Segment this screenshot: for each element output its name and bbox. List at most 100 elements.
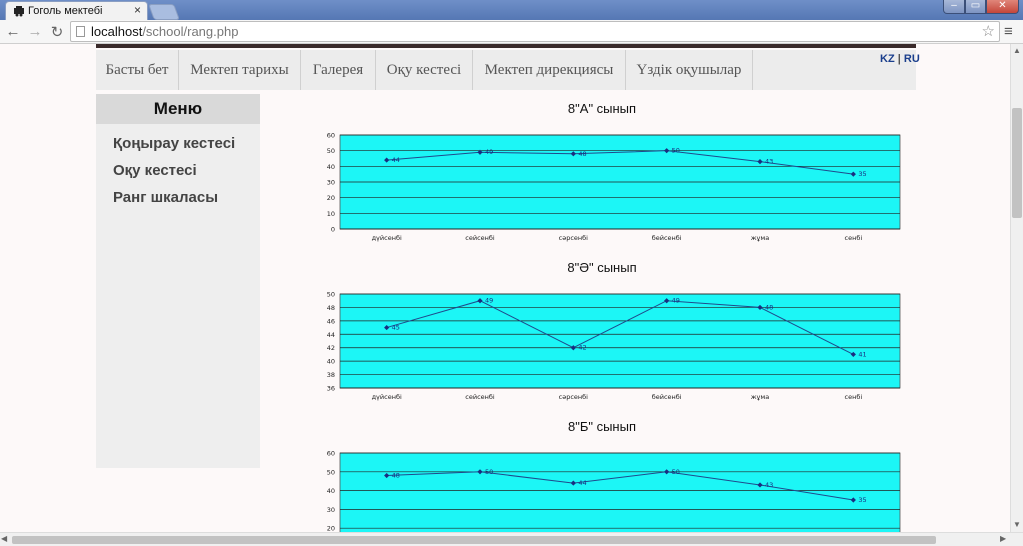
data-label: 49 [485, 297, 493, 305]
sidebar-link-bell-schedule[interactable]: Қоңырау кестесі [113, 135, 235, 152]
sidebar-title: Меню [96, 94, 260, 124]
tab-close-icon[interactable]: × [134, 3, 141, 17]
vertical-scroll-thumb[interactable] [1012, 108, 1022, 218]
y-tick-label: 20 [327, 194, 335, 202]
y-tick-label: 36 [327, 385, 335, 393]
plot-area [339, 293, 901, 389]
y-tick-label: 40 [327, 163, 335, 171]
data-label: 49 [672, 297, 680, 305]
reload-icon[interactable]: ↻ [48, 23, 66, 41]
browser-title-bar: Гоголь мектебі × – ▭ ✕ [0, 0, 1023, 20]
x-tick-label: бейсенбі [652, 393, 682, 401]
chart-8a: 0 10 20 30 40 50 60 дүйсенбі сейсенбі сәрсенбі бей… [327, 132, 901, 242]
y-tick-label: 0 [331, 226, 335, 234]
data-label: 43 [765, 158, 773, 166]
sidebar: Меню Қоңырау кестесі Оқу кестесі Ранг шк… [96, 94, 260, 468]
browser-toolbar: ← → ↻ localhost/school/rang.php ☆ ≡ [0, 20, 1023, 44]
page-favicon-icon [14, 6, 24, 17]
new-tab-button[interactable] [148, 4, 180, 20]
data-label: 45 [392, 324, 400, 332]
chart-title-8ae: 8"Ә" сынып [567, 260, 637, 275]
y-tick-label: 50 [327, 147, 335, 155]
browser-tab[interactable]: Гоголь мектебі × [5, 1, 148, 20]
x-tick-label: бейсенбі [652, 234, 682, 242]
x-tick-label: дүйсенбі [372, 393, 402, 401]
data-label: 43 [765, 481, 773, 489]
browser-menu-icon[interactable]: ≡ [1004, 23, 1013, 40]
nav-item-direction[interactable]: Мектеп дирекциясы [473, 50, 626, 90]
lang-ru-link[interactable]: RU [904, 53, 920, 65]
plot-area [339, 452, 901, 532]
data-label: 50 [672, 468, 680, 476]
back-icon[interactable]: ← [4, 23, 22, 40]
data-label: 50 [672, 147, 680, 155]
minimize-button[interactable]: – [943, 0, 965, 14]
x-tick-label: сенбі [845, 393, 863, 401]
x-tick-label: жұма [751, 393, 770, 401]
data-label: 35 [858, 496, 866, 504]
sidebar-link-schedule[interactable]: Оқу кестесі [113, 162, 197, 179]
x-tick-label: сәрсенбі [559, 393, 589, 401]
data-label: 41 [858, 350, 866, 358]
y-tick-label: 40 [327, 487, 335, 495]
x-tick-label: сәрсенбі [559, 234, 589, 242]
lang-kz-link[interactable]: KZ [880, 53, 895, 65]
data-label: 42 [578, 344, 586, 352]
x-tick-label: дүйсенбі [372, 234, 402, 242]
bookmark-star-icon[interactable]: ☆ [982, 22, 995, 40]
close-window-button[interactable]: ✕ [986, 0, 1019, 14]
x-tick-label: сейсенбі [465, 393, 495, 401]
header-banner [96, 44, 916, 48]
address-bar[interactable]: localhost/school/rang.php ☆ [70, 21, 1000, 42]
x-tick-label: сенбі [845, 234, 863, 242]
url-path: /school/rang.php [142, 24, 239, 39]
y-tick-label: 60 [327, 450, 335, 458]
data-label: 44 [392, 156, 400, 164]
y-tick-label: 44 [327, 331, 335, 339]
scroll-down-icon[interactable]: ▼ [1013, 520, 1021, 529]
page-viewport: Басты бет Мектеп тарихы Галерея Оқу кест… [0, 44, 1010, 532]
sidebar-link-rank-scale[interactable]: Ранг шкаласы [113, 189, 218, 206]
x-tick-label: жұма [751, 234, 770, 242]
data-label: 35 [858, 170, 866, 178]
data-label: 49 [485, 148, 493, 156]
x-tick-label: сейсенбі [465, 234, 495, 242]
y-tick-label: 40 [327, 358, 335, 366]
data-label: 50 [485, 468, 493, 476]
y-tick-label: 30 [327, 506, 335, 514]
data-label: 48 [578, 150, 586, 158]
top-navigation: Басты бет Мектеп тарихы Галерея Оқу кест… [96, 50, 916, 90]
y-tick-label: 42 [327, 344, 335, 352]
scroll-right-icon[interactable]: ▶ [1000, 534, 1006, 543]
forward-icon[interactable]: → [26, 23, 44, 40]
y-tick-label: 20 [327, 525, 335, 532]
chart-title-8b: 8"Б" сынып [567, 419, 636, 434]
lang-separator: | [897, 53, 901, 65]
tab-title: Гоголь мектебі [28, 5, 103, 17]
y-tick-label: 48 [327, 304, 335, 312]
maximize-button[interactable]: ▭ [965, 0, 986, 14]
y-tick-label: 50 [327, 291, 335, 299]
y-tick-label: 50 [327, 468, 335, 476]
nav-item-gallery[interactable]: Галерея [301, 50, 376, 90]
scroll-up-icon[interactable]: ▲ [1013, 46, 1021, 55]
chart-8ae: 36 38 40 42 44 46 48 50 дүйсенбі сейсенбі сәрсенбі… [327, 291, 901, 401]
scroll-left-icon[interactable]: ◀ [1, 534, 7, 543]
y-tick-label: 38 [327, 371, 335, 379]
data-label: 44 [578, 479, 586, 487]
y-tick-label: 60 [327, 132, 335, 140]
horizontal-scrollbar[interactable]: ◀ ▶ [0, 532, 1023, 546]
data-label: 48 [765, 303, 773, 311]
nav-item-best-students[interactable]: Үздік оқушылар [626, 50, 753, 90]
y-tick-label: 10 [327, 210, 335, 218]
nav-item-schedule[interactable]: Оқу кестесі [376, 50, 473, 90]
y-tick-label: 46 [327, 317, 335, 325]
data-label: 48 [392, 472, 400, 480]
vertical-scrollbar[interactable]: ▲ ▼ [1010, 44, 1023, 532]
page-icon [76, 26, 85, 37]
chart-8b: 102030405060дүйсенбісейсенбісәрсенбібейс… [327, 450, 901, 532]
horizontal-scroll-thumb[interactable] [12, 536, 936, 544]
y-tick-label: 30 [327, 179, 335, 187]
nav-item-history[interactable]: Мектеп тарихы [179, 50, 301, 90]
nav-item-home[interactable]: Басты бет [96, 50, 179, 90]
